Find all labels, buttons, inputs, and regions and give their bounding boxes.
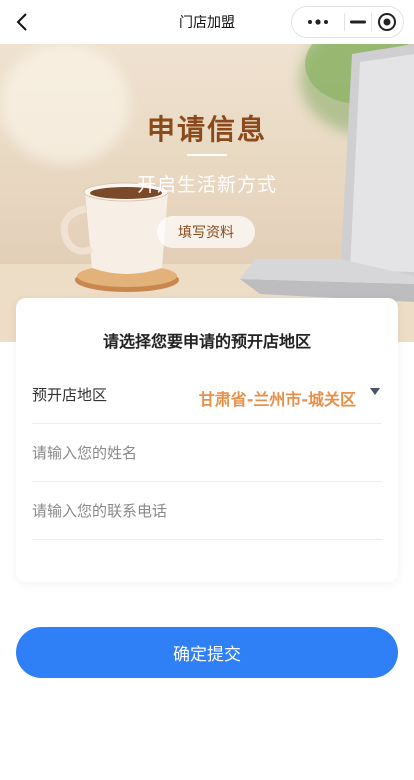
name-row — [32, 424, 382, 482]
fill-info-button[interactable]: 填写资料 — [157, 216, 255, 248]
region-value[interactable]: 甘肃省-兰州市-城关区 — [199, 386, 356, 410]
minimize-icon — [349, 20, 366, 24]
banner-title: 申请信息 — [146, 113, 267, 146]
banner-subtitle: 开启生活新方式 — [136, 174, 277, 196]
name-input[interactable] — [32, 424, 382, 481]
region-label: 预开店地区 — [32, 386, 108, 404]
submit-button[interactable]: 确定提交 — [16, 627, 398, 678]
dropdown-caret-icon[interactable] — [370, 388, 380, 395]
minimize-button[interactable] — [345, 7, 371, 37]
form-heading: 请选择您要申请的预开店地区 — [102, 332, 311, 351]
application-form-card: 请选择您要申请的预开店地区 预开店地区 甘肃省-兰州市-城关区 — [16, 298, 398, 582]
phone-input[interactable] — [32, 482, 382, 539]
phone-row — [32, 482, 382, 540]
region-selector-row[interactable]: 预开店地区 甘肃省-兰州市-城关区 — [32, 366, 382, 424]
banner-divider — [187, 154, 227, 156]
navigation-bar: 门店加盟 — [0, 0, 414, 44]
more-button[interactable] — [292, 7, 344, 37]
target-circle-icon — [378, 13, 397, 31]
more-dots-icon — [307, 19, 328, 25]
close-button[interactable] — [372, 7, 403, 37]
mini-program-capsule — [291, 6, 404, 38]
